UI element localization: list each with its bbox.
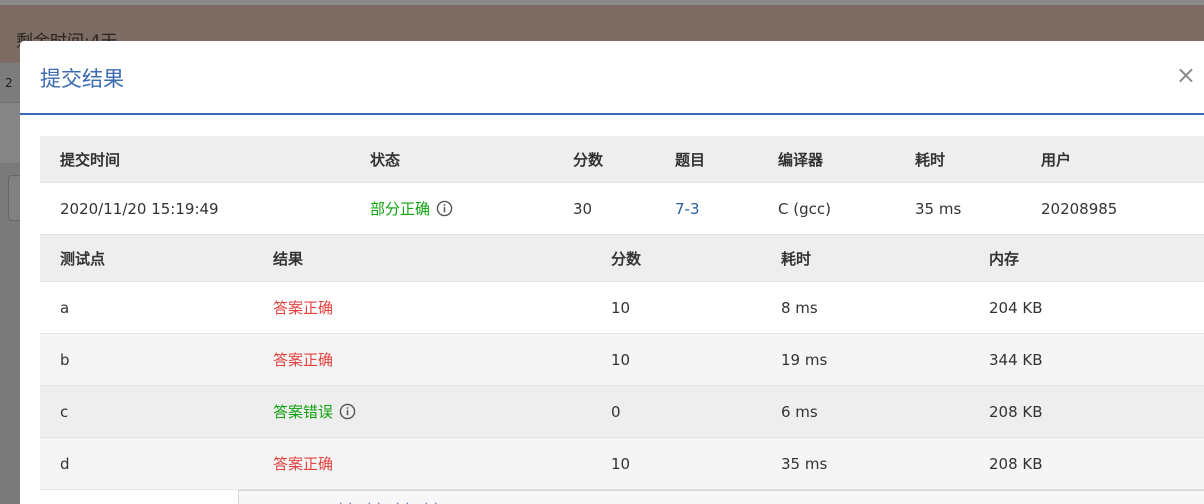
testcase-result: 答案正确 <box>273 455 334 473</box>
testcase-time: 8 ms <box>781 298 818 317</box>
testcase-id: c <box>60 402 69 421</box>
testcase-result: 答案错误 <box>273 403 334 421</box>
testcase-memory: 208 KB <box>989 454 1043 473</box>
background-side-panel <box>0 103 20 163</box>
testcase-score: 10 <box>611 298 631 317</box>
testcase-id: d <box>60 454 70 473</box>
table-row: d 答案正确 10 35 ms 208 KB <box>40 438 1204 490</box>
header-user: 用户 <box>1041 150 1072 169</box>
user-value: 20208985 <box>1041 199 1118 218</box>
testcase-result: 答案正确 <box>273 351 334 369</box>
info-icon[interactable] <box>436 200 453 217</box>
submission-result-modal: 提交结果 × 提交时间 状态 分数 题目 编译器 耗时 用户 2020/11/2… <box>20 41 1204 504</box>
background-side-number: 2 <box>5 76 13 90</box>
header-score: 分数 <box>573 150 604 169</box>
detail-panel-edge: ·· ·· ·· ·· <box>238 490 1204 504</box>
testcase-result-wrong[interactable]: 答案错误 <box>273 386 356 437</box>
status-label: 部分正确 <box>370 200 431 218</box>
problem-link[interactable]: 7-3 <box>675 183 700 234</box>
testcase-header-row: 测试点 结果 分数 耗时 内存 <box>40 235 1204 282</box>
header-elapsed: 耗时 <box>915 150 946 169</box>
testcase-score: 10 <box>611 454 631 473</box>
testcase-score: 0 <box>611 402 621 421</box>
header-compiler: 编译器 <box>778 150 824 169</box>
testcase-time: 19 ms <box>781 350 828 369</box>
close-icon[interactable]: × <box>1176 63 1196 87</box>
status-partial[interactable]: 部分正确 <box>370 183 453 234</box>
header-tc-memory: 内存 <box>989 249 1020 268</box>
header-problem: 题目 <box>675 150 706 169</box>
testcase-memory: 208 KB <box>989 402 1043 421</box>
testcase-id: b <box>60 350 70 369</box>
header-status: 状态 <box>370 150 401 169</box>
score-value: 30 <box>573 199 593 218</box>
table-row: a 答案正确 10 8 ms 204 KB <box>40 282 1204 334</box>
header-submit-time: 提交时间 <box>60 150 121 169</box>
testcase-memory: 204 KB <box>989 298 1043 317</box>
testcase-result: 答案正确 <box>273 299 334 317</box>
testcase-id: a <box>60 298 70 317</box>
table-row: c 答案错误 0 6 ms 208 KB <box>40 386 1204 438</box>
testcase-time: 35 ms <box>781 454 828 473</box>
header-tc-time: 耗时 <box>781 249 812 268</box>
elapsed-value: 35 ms <box>915 199 962 218</box>
detail-panel-marks: ·· ·· ·· ·· <box>339 497 444 504</box>
header-tc-score: 分数 <box>611 249 642 268</box>
submission-row: 2020/11/20 15:19:49 部分正确 30 7-3 C (gcc) … <box>40 183 1204 235</box>
modal-title: 提交结果 <box>40 67 124 91</box>
header-result: 结果 <box>273 249 304 268</box>
testcase-memory: 344 KB <box>989 350 1043 369</box>
compiler-value: C (gcc) <box>778 199 831 218</box>
modal-header: 提交结果 × <box>20 41 1204 115</box>
info-icon[interactable] <box>339 403 356 420</box>
testcase-score: 10 <box>611 350 631 369</box>
table-row: b 答案正确 10 19 ms 344 KB <box>40 334 1204 386</box>
header-testcase: 测试点 <box>60 249 106 268</box>
submission-header-row: 提交时间 状态 分数 题目 编译器 耗时 用户 <box>40 136 1204 183</box>
testcase-time: 6 ms <box>781 402 818 421</box>
submit-time: 2020/11/20 15:19:49 <box>60 199 219 218</box>
